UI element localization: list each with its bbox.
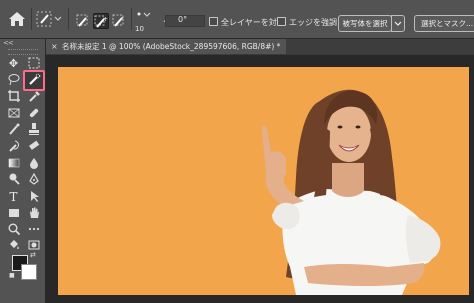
brush-size-value: 10 bbox=[135, 25, 144, 33]
new-selection-icon[interactable] bbox=[75, 13, 91, 29]
healing-brush-tool-icon[interactable] bbox=[25, 106, 42, 122]
panel-grip[interactable] bbox=[8, 49, 38, 55]
close-tab-icon[interactable]: × bbox=[51, 39, 58, 54]
frame-tool-icon[interactable] bbox=[5, 106, 22, 122]
collapse-panel-icon[interactable]: << bbox=[3, 39, 14, 47]
edit-toolbar-icon[interactable] bbox=[25, 222, 42, 238]
brush-tool-icon[interactable] bbox=[5, 122, 22, 138]
eyedropper-tool-icon[interactable] bbox=[25, 89, 42, 105]
divider bbox=[31, 8, 32, 30]
enhance-edge-checkbox[interactable] bbox=[277, 17, 286, 26]
pen-tool-icon[interactable] bbox=[25, 172, 42, 188]
sample-all-layers-checkbox[interactable] bbox=[209, 17, 218, 26]
svg-text:+: + bbox=[103, 16, 108, 23]
clone-stamp-tool-icon[interactable] bbox=[25, 122, 42, 138]
svg-text:-: - bbox=[121, 14, 124, 22]
gradient-tool-icon[interactable] bbox=[5, 156, 22, 172]
history-brush-tool-icon[interactable] bbox=[5, 139, 22, 155]
angle-value: 0° bbox=[178, 15, 188, 24]
tool-preset-picker[interactable] bbox=[36, 11, 64, 27]
type-tool-icon[interactable]: T bbox=[5, 189, 22, 205]
select-subject-button[interactable]: 被写体を選択 bbox=[338, 15, 392, 32]
enhance-edge-label: エッジを強調 bbox=[289, 18, 337, 27]
options-bar: + - 10 ∠ 0° 全レイヤーを対象 エッジを強調 被写体を選択 選択とマス… bbox=[0, 0, 474, 39]
select-and-mask-button[interactable]: 選択とマスク... bbox=[414, 15, 474, 32]
tools-panel: << ✥ T ⇄ ■ bbox=[0, 39, 46, 303]
default-colors-icon[interactable]: ■ bbox=[9, 272, 15, 279]
dodge-tool-icon[interactable] bbox=[5, 172, 22, 188]
eraser-tool-icon[interactable] bbox=[25, 139, 42, 155]
divider bbox=[68, 8, 69, 30]
path-selection-tool-icon[interactable] bbox=[25, 189, 42, 205]
woman-pointing-photo bbox=[58, 67, 469, 295]
select-subject-dropdown[interactable] bbox=[391, 15, 405, 32]
quick-selection-tool-icon[interactable] bbox=[23, 70, 45, 91]
move-tool-icon[interactable]: ✥ bbox=[5, 56, 22, 72]
canvas-image[interactable] bbox=[58, 67, 469, 295]
zoom-tool-icon[interactable] bbox=[5, 222, 22, 238]
crop-tool-icon[interactable] bbox=[5, 89, 22, 105]
sample-all-layers-label: 全レイヤーを対象 bbox=[221, 18, 285, 27]
rectangle-tool-icon[interactable] bbox=[5, 206, 22, 222]
lasso-tool-icon[interactable] bbox=[5, 72, 22, 88]
hand-tool-icon[interactable] bbox=[25, 206, 42, 222]
background-color-swatch[interactable] bbox=[21, 264, 37, 280]
document-title: 名称未設定 1 @ 100% (AdobeStock_289597606, RG… bbox=[62, 42, 281, 51]
home-icon[interactable] bbox=[6, 9, 28, 29]
document-tab[interactable]: × 名称未設定 1 @ 100% (AdobeStock_289597606, … bbox=[46, 39, 286, 54]
blur-tool-icon[interactable] bbox=[25, 156, 42, 172]
paint-bucket-tool-icon[interactable] bbox=[5, 238, 22, 254]
subtract-from-selection-icon[interactable]: - bbox=[111, 13, 127, 29]
swap-colors-icon[interactable]: ⇄ bbox=[30, 251, 36, 259]
add-to-selection-icon[interactable]: + bbox=[93, 13, 109, 29]
divider bbox=[131, 8, 132, 30]
